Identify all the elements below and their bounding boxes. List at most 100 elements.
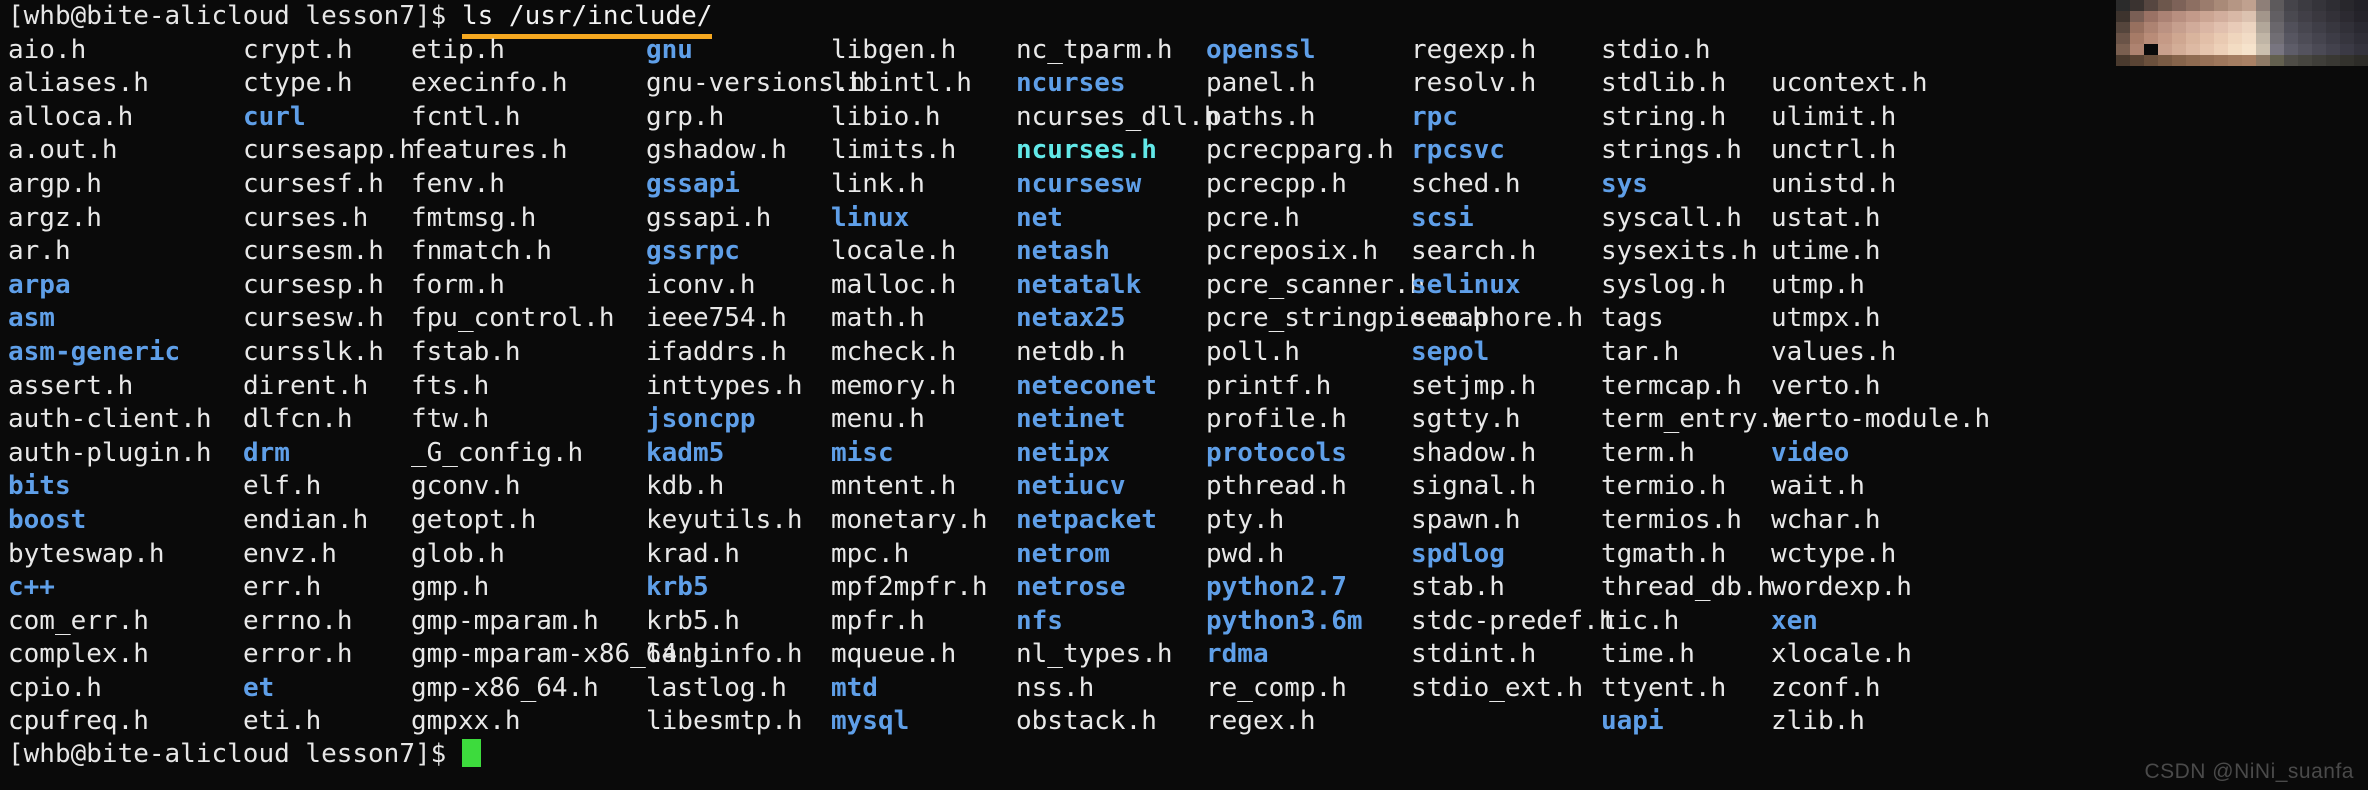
listing-file: err.h — [243, 572, 322, 603]
listing-directory: xen — [1771, 605, 1818, 636]
listing-file: search.h — [1411, 236, 1537, 267]
listing-directory: netax25 — [1016, 303, 1126, 334]
listing-file: syslog.h — [1601, 269, 1727, 300]
listing-file: malloc.h — [831, 269, 957, 300]
listing-directory: netipx — [1016, 437, 1110, 468]
listing-directory: video — [1771, 437, 1850, 468]
listing-directory: spdlog — [1411, 538, 1505, 569]
listing-file: term_entry.h — [1601, 404, 1789, 435]
listing-directory: asm-generic — [8, 336, 181, 367]
listing-directory: protocols — [1206, 437, 1347, 468]
listing-file: ctype.h — [243, 68, 353, 99]
listing-file: limits.h — [831, 135, 957, 166]
listing-directory: boost — [8, 504, 87, 535]
listing-directory: neteconet — [1016, 370, 1157, 401]
listing-file: fenv.h — [411, 168, 505, 199]
listing-file: values.h — [1771, 336, 1897, 367]
listing-file: pthread.h — [1206, 471, 1347, 502]
listing-file: tic.h — [1601, 605, 1680, 636]
listing-row: ar.h cursesm.h fnmatch.h gssrpc locale.h neta… — [8, 235, 2360, 269]
listing-file: complex.h — [8, 639, 149, 670]
listing-directory: netrom — [1016, 538, 1110, 569]
listing-file: pcrecpparg.h — [1206, 135, 1394, 166]
listing-file: pwd.h — [1206, 538, 1285, 569]
listing-file: _G_config.h — [411, 437, 584, 468]
terminal-window[interactable]: [whb@bite-alicloud lesson7]$ ls /usr/inc… — [0, 0, 2368, 790]
listing-row: com_err.h errno.h gmp-mparam.h krb5.h mpfr.h… — [8, 605, 2360, 639]
listing-file: iconv.h — [646, 269, 756, 300]
listing-file: sysexits.h — [1601, 236, 1758, 267]
listing-directory: selinux — [1411, 269, 1521, 300]
listing-directory: netpacket — [1016, 504, 1157, 535]
listing-directory: netatalk — [1016, 269, 1142, 300]
directory-listing: aio.h crypt.h etip.h gnu libgen.h nc_tparm.h o… — [8, 34, 2360, 739]
listing-file: ieee754.h — [646, 303, 787, 334]
listing-file: gmp-mparam.h — [411, 605, 599, 636]
listing-file: ncurses_dll.h — [1016, 101, 1220, 132]
listing-directory: rpcsvc — [1411, 135, 1505, 166]
listing-file: dlfcn.h — [243, 404, 353, 435]
listing-file: tgmath.h — [1601, 538, 1727, 569]
listing-file: cpufreq.h — [8, 706, 149, 737]
listing-directory: netrose — [1016, 572, 1126, 603]
listing-file: nl_types.h — [1016, 639, 1173, 670]
listing-file: unctrl.h — [1771, 135, 1897, 166]
listing-file: termcap.h — [1601, 370, 1742, 401]
listing-file: sched.h — [1411, 168, 1521, 199]
listing-file: langinfo.h — [646, 639, 803, 670]
listing-directory: ncursesw — [1016, 168, 1142, 199]
listing-file: zlib.h — [1771, 706, 1865, 737]
listing-file: cursslk.h — [243, 336, 384, 367]
listing-directory: c++ — [8, 572, 55, 603]
listing-directory: uapi — [1601, 706, 1664, 737]
listing-file: argp.h — [8, 168, 102, 199]
listing-file: shadow.h — [1411, 437, 1537, 468]
listing-file: cursesp.h — [243, 269, 384, 300]
listing-file: stab.h — [1411, 572, 1505, 603]
listing-file: pcre_scanner.h — [1206, 269, 1426, 300]
listing-file: profile.h — [1206, 404, 1347, 435]
listing-file: setjmp.h — [1411, 370, 1537, 401]
listing-file: pcre.h — [1206, 202, 1300, 233]
listing-file: verto-module.h — [1771, 404, 1991, 435]
bottom-prompt-line[interactable]: [whb@bite-alicloud lesson7]$ — [8, 738, 481, 772]
listing-directory: sys — [1601, 168, 1648, 199]
listing-file: printf.h — [1206, 370, 1332, 401]
listing-file: elf.h — [243, 471, 322, 502]
listing-file: cursesf.h — [243, 168, 384, 199]
listing-file: regexp.h — [1411, 34, 1537, 65]
listing-directory: misc — [831, 437, 894, 468]
listing-file: libgen.h — [831, 34, 957, 65]
listing-directory: netash — [1016, 236, 1110, 267]
listing-file: mntent.h — [831, 471, 957, 502]
listing-file: syscall.h — [1601, 202, 1742, 233]
listing-file: time.h — [1601, 639, 1695, 670]
listing-directory: openssl — [1206, 34, 1316, 65]
listing-row: byteswap.h envz.h glob.h krad.h mpc.h netrom p… — [8, 538, 2360, 572]
listing-file: lastlog.h — [646, 672, 787, 703]
listing-file: termios.h — [1601, 504, 1742, 535]
listing-file: assert.h — [8, 370, 134, 401]
listing-file: argz.h — [8, 202, 102, 233]
listing-file: inttypes.h — [646, 370, 803, 401]
listing-file: gmp-mparam-x86_64.h — [411, 639, 709, 670]
listing-file: a.out.h — [8, 135, 118, 166]
listing-directory: rpc — [1411, 101, 1458, 132]
listing-file: mpf2mpfr.h — [831, 572, 988, 603]
listing-directory: jsoncpp — [646, 404, 756, 435]
listing-row: cpufreq.h eti.h gmpxx.h libesmtp.h mysql obst… — [8, 705, 2360, 739]
listing-file: wordexp.h — [1771, 572, 1912, 603]
listing-file: ustat.h — [1771, 202, 1881, 233]
listing-file: thread_db.h — [1601, 572, 1774, 603]
listing-file: semaphore.h — [1411, 303, 1584, 334]
listing-file: aio.h — [8, 34, 87, 65]
shell-prompt: [whb@bite-alicloud lesson7]$ — [8, 1, 462, 31]
listing-row: bits elf.h gconv.h kdb.h mntent.h netiucv pthr… — [8, 470, 2360, 504]
listing-file: ucontext.h — [1771, 68, 1928, 99]
listing-directory: drm — [243, 437, 290, 468]
listing-file: pcre_stringpiece.h — [1206, 303, 1488, 334]
listing-file: fmtmsg.h — [411, 202, 537, 233]
listing-directory: asm — [8, 303, 55, 334]
listing-file: endian.h — [243, 504, 369, 535]
listing-file: dirent.h — [243, 370, 369, 401]
